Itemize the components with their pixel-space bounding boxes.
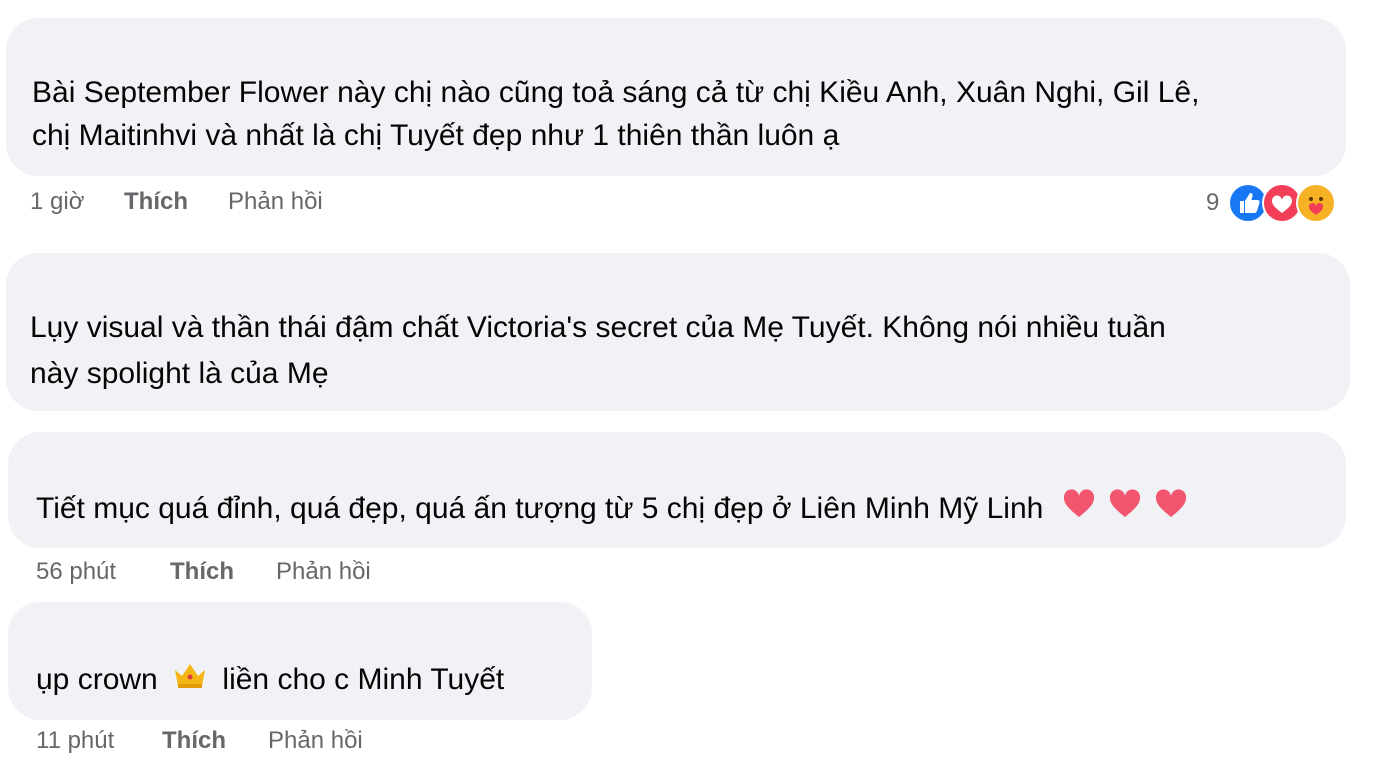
comment-bubble-3: Tiết mục quá đỉnh, quá đẹp, quá ấn tượng… bbox=[8, 432, 1346, 548]
comment-actions-4: 11 phút Thích Phản hồi bbox=[36, 727, 436, 759]
comment-actions-3: 56 phút Thích Phản hồi bbox=[36, 558, 436, 590]
like-button[interactable]: Thích bbox=[170, 558, 234, 586]
reactions-summary[interactable]: 9 bbox=[1206, 183, 1346, 227]
comment-text: Tiết mục quá đỉnh, quá đẹp, quá ấn tượng… bbox=[36, 492, 1044, 525]
like-button[interactable]: Thích bbox=[124, 188, 188, 216]
comment-text-line: Bài September Flower này chị nào cũng to… bbox=[32, 76, 1200, 109]
comment-text-line: này spolight là của Mẹ bbox=[30, 357, 329, 390]
comment-text-line: chị Maitinhvi và nhất là chị Tuyết đẹp n… bbox=[32, 119, 840, 152]
comment-bubble-2: Lụy visual và thần thái đậm chất Victori… bbox=[6, 253, 1350, 411]
like-button[interactable]: Thích bbox=[162, 727, 226, 755]
heart-icon bbox=[1154, 489, 1188, 531]
reply-button[interactable]: Phản hồi bbox=[276, 558, 371, 586]
reply-button[interactable]: Phản hồi bbox=[268, 727, 363, 755]
reaction-count: 9 bbox=[1206, 189, 1220, 216]
comment-time[interactable]: 1 giờ bbox=[30, 188, 84, 216]
heart-icon bbox=[1062, 489, 1096, 531]
heart-icon bbox=[1108, 489, 1142, 531]
comment-bubble-1: Bài September Flower này chị nào cũng to… bbox=[6, 18, 1346, 176]
comment-text-line: ụp crown liền cho c Minh Tuyết bbox=[36, 659, 504, 702]
comment-bubble-4: ụp crown liền cho c Minh Tuyết bbox=[8, 602, 592, 720]
comment-actions-1: 1 giờ Thích Phản hồi bbox=[30, 188, 430, 220]
comment-text: liền cho c Minh Tuyết bbox=[222, 663, 505, 696]
care-icon bbox=[1296, 183, 1336, 223]
crown-icon bbox=[172, 660, 208, 702]
comment-time[interactable]: 11 phút bbox=[36, 727, 114, 755]
comment-time[interactable]: 56 phút bbox=[36, 558, 116, 586]
comment-text: ụp crown bbox=[36, 663, 158, 696]
comment-text-line: Lụy visual và thần thái đậm chất Victori… bbox=[30, 311, 1166, 344]
reply-button[interactable]: Phản hồi bbox=[228, 188, 323, 216]
comment-text-line: Tiết mục quá đỉnh, quá đẹp, quá ấn tượng… bbox=[36, 488, 1188, 531]
